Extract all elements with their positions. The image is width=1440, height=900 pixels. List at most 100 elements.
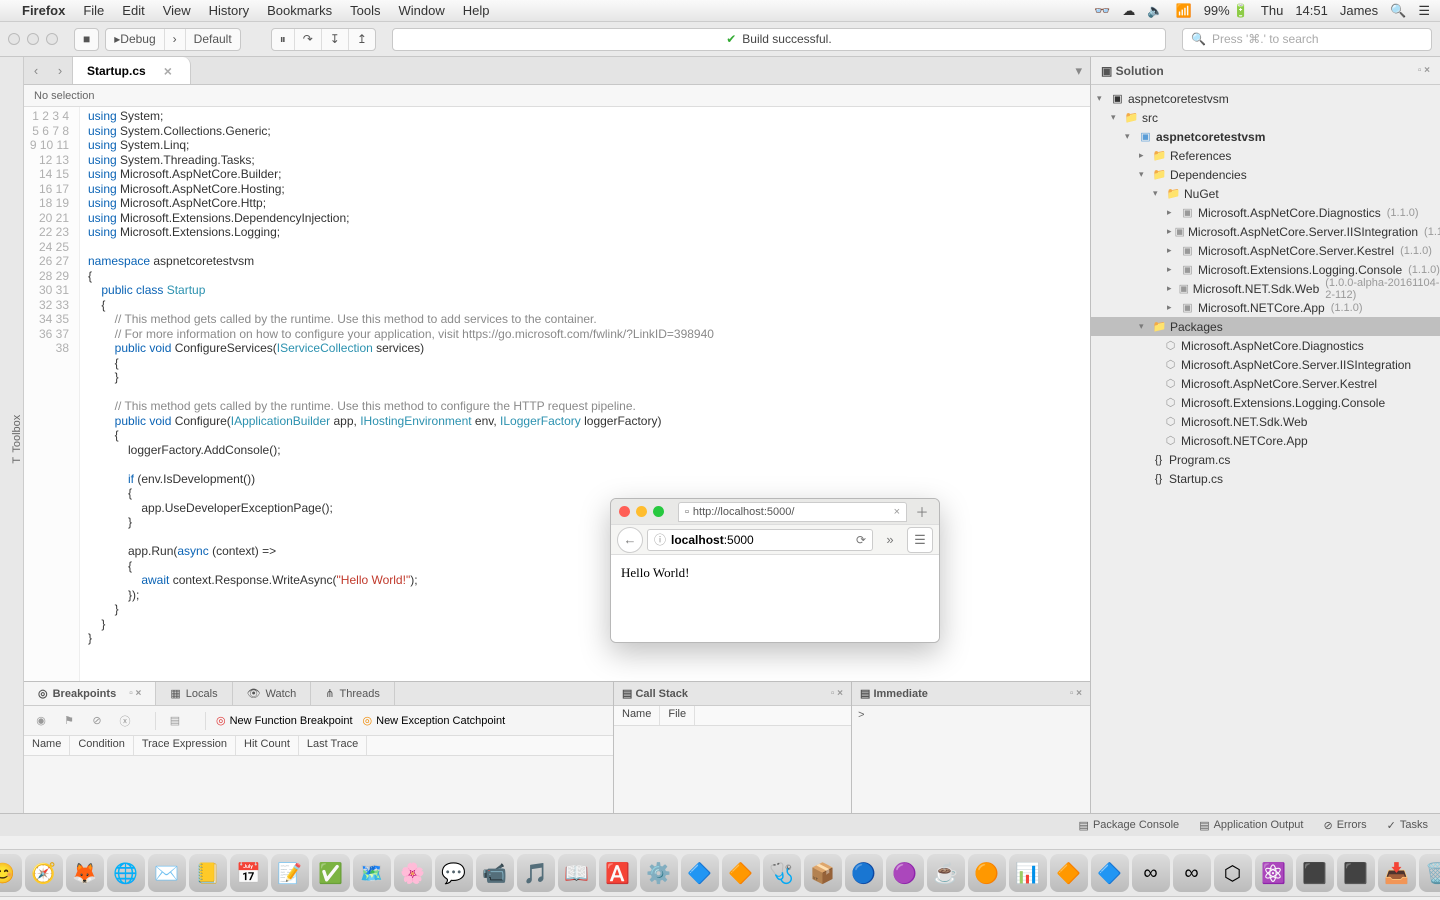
tree-package-item[interactable]: ⬡Microsoft.NETCore.App [1091, 431, 1440, 450]
bp-toggle-icon[interactable]: ◉ [32, 714, 50, 727]
dock-vs-icon[interactable]: ∞ [1173, 854, 1211, 892]
browser-back-button[interactable]: ← [617, 527, 643, 553]
dock-calendar-icon[interactable]: 📅 [230, 854, 268, 892]
menu-file[interactable]: File [83, 3, 104, 18]
status-volume-icon[interactable]: 🔈 [1147, 3, 1163, 19]
status-time[interactable]: 14:51 [1295, 3, 1328, 18]
stop-button[interactable]: ■ [74, 28, 99, 51]
nav-forward-button[interactable]: › [48, 57, 72, 84]
col-hit-count[interactable]: Hit Count [236, 736, 299, 755]
bp-delete-icon[interactable]: ⓧ [116, 713, 134, 729]
minimize-window-icon[interactable] [27, 33, 39, 45]
dock-messages-icon[interactable]: 💬 [435, 854, 473, 892]
tree-file-program[interactable]: {}Program.cs [1091, 450, 1440, 469]
menu-history[interactable]: History [209, 3, 249, 18]
tree-nuget-pkg[interactable]: ▸▣Microsoft.NET.Sdk.Web(1.0.0-alpha-2016… [1091, 279, 1440, 298]
dock-chrome-icon[interactable]: 🌐 [107, 854, 145, 892]
spotlight-icon[interactable]: 🔍 [1390, 3, 1406, 19]
dock-app-icon[interactable]: 🔶 [722, 854, 760, 892]
dock-app-icon[interactable]: ☕ [927, 854, 965, 892]
tree-src[interactable]: ▾📁src [1091, 108, 1440, 127]
col-name[interactable]: Name [24, 736, 70, 755]
reload-icon[interactable]: ⟳ [856, 533, 866, 547]
dock-app-icon[interactable]: 🔶 [1050, 854, 1088, 892]
tab-overflow-icon[interactable]: ▾ [1067, 63, 1090, 79]
tab-threads[interactable]: ⋔ Threads [311, 682, 395, 705]
dock-app-icon[interactable]: 🟠 [968, 854, 1006, 892]
dock-settings-icon[interactable]: ⚙️ [640, 854, 678, 892]
close-tab-icon[interactable]: × [164, 63, 172, 79]
zoom-window-icon[interactable] [46, 33, 58, 45]
dock-app-icon[interactable]: 📦 [804, 854, 842, 892]
tree-nuget-pkg[interactable]: ▸▣Microsoft.AspNetCore.Server.Kestrel(1.… [1091, 241, 1440, 260]
dock-contacts-icon[interactable]: 📒 [189, 854, 227, 892]
col-condition[interactable]: Condition [70, 736, 133, 755]
tree-package-item[interactable]: ⬡Microsoft.Extensions.Logging.Console [1091, 393, 1440, 412]
new-func-bp-button[interactable]: ◎New Function Breakpoint [216, 714, 353, 727]
status-battery[interactable]: 99%🔋 [1204, 3, 1249, 19]
tab-breakpoints[interactable]: ◎ Breakpoints▫ × [24, 682, 156, 705]
tree-project[interactable]: ▾▣aspnetcoretestvsm [1091, 127, 1440, 146]
tree-dependencies[interactable]: ▾📁Dependencies [1091, 165, 1440, 184]
dock-ibooks-icon[interactable]: 📖 [558, 854, 596, 892]
step-in-button[interactable]: ↧ [322, 29, 349, 50]
overflow-icon[interactable]: » [877, 527, 903, 553]
menu-extras-icon[interactable]: ☰ [1418, 3, 1430, 19]
tree-nuget[interactable]: ▾📁NuGet [1091, 184, 1440, 203]
tree-nuget-pkg[interactable]: ▸▣Microsoft.NETCore.App(1.1.0) [1091, 298, 1440, 317]
dock-trash-icon[interactable]: 🗑️ [1419, 854, 1440, 892]
tree-nuget-pkg[interactable]: ▸▣Microsoft.AspNetCore.Diagnostics(1.1.0… [1091, 203, 1440, 222]
breadcrumb[interactable]: No selection [24, 85, 1090, 107]
pause-button[interactable]: ⏸ [272, 29, 295, 50]
status-user[interactable]: James [1340, 3, 1378, 18]
dock-itunes-icon[interactable]: 🎵 [517, 854, 555, 892]
tree-package-item[interactable]: ⬡Microsoft.AspNetCore.Diagnostics [1091, 336, 1440, 355]
dock-finder-icon[interactable]: 😊 [0, 854, 22, 892]
solution-tree[interactable]: ▾▣aspnetcoretestvsm ▾📁src ▾▣aspnetcorete… [1091, 85, 1440, 813]
dock-xamarin-icon[interactable]: ⬡ [1214, 854, 1252, 892]
immediate-prompt[interactable]: > [852, 706, 1090, 726]
rail-toolbox[interactable]: T Toolbox [11, 415, 23, 464]
menu-view[interactable]: View [163, 3, 191, 18]
dock-maps-icon[interactable]: 🗺️ [353, 854, 391, 892]
menu-window[interactable]: Window [399, 3, 445, 18]
app-menu[interactable]: Firefox [22, 3, 65, 18]
browser-tab[interactable]: ▫ http://localhost:5000/ × [678, 502, 907, 522]
tab-watch[interactable]: 👁 Watch [233, 682, 312, 705]
new-exc-bp-button[interactable]: ◎New Exception Catchpoint [363, 714, 506, 727]
status-package-console[interactable]: ▤ Package Console [1079, 819, 1180, 832]
menu-icon[interactable]: ☰ [907, 527, 933, 553]
status-tasks[interactable]: ✓ Tasks [1387, 819, 1428, 832]
tab-locals[interactable]: ▦ Locals [156, 682, 232, 705]
menu-tools[interactable]: Tools [350, 3, 380, 18]
tree-solution-root[interactable]: ▾▣aspnetcoretestvsm [1091, 89, 1440, 108]
run-config-selector[interactable]: ▸ Debug › Default [105, 28, 240, 51]
cs-col-name[interactable]: Name [614, 706, 660, 725]
col-last-trace[interactable]: Last Trace [299, 736, 367, 755]
dock-mail-icon[interactable]: ✉️ [148, 854, 186, 892]
status-cloud-icon[interactable]: ☁ [1122, 3, 1135, 19]
bp-goto-icon[interactable]: ▤ [166, 714, 184, 727]
dock-app-icon[interactable]: 📊 [1009, 854, 1047, 892]
solution-panel-controls[interactable]: ▫ × [1418, 65, 1430, 76]
tree-package-item[interactable]: ⬡Microsoft.AspNetCore.Server.IISIntegrat… [1091, 355, 1440, 374]
tree-references[interactable]: ▸📁References [1091, 146, 1440, 165]
menu-edit[interactable]: Edit [122, 3, 144, 18]
tree-file-startup[interactable]: {}Startup.cs [1091, 469, 1440, 488]
dock-safari-icon[interactable]: 🧭 [25, 854, 63, 892]
browser-zoom-icon[interactable] [653, 506, 664, 517]
close-tab-icon[interactable]: × [894, 506, 900, 518]
cs-col-file[interactable]: File [660, 706, 695, 725]
dock-app-icon[interactable]: 🔷 [681, 854, 719, 892]
col-trace-expr[interactable]: Trace Expression [134, 736, 236, 755]
step-out-button[interactable]: ↥ [349, 29, 375, 50]
dock-reminders-icon[interactable]: ✅ [312, 854, 350, 892]
status-day[interactable]: Thu [1261, 3, 1283, 18]
bp-disable-icon[interactable]: ⊘ [88, 714, 106, 727]
nav-back-button[interactable]: ‹ [24, 57, 48, 84]
status-app-output[interactable]: ▤ Application Output [1199, 819, 1303, 832]
tree-package-item[interactable]: ⬡Microsoft.AspNetCore.Server.Kestrel [1091, 374, 1440, 393]
dock-firefox-icon[interactable]: 🦊 [66, 854, 104, 892]
dock-terminal-icon[interactable]: ⬛ [1337, 854, 1375, 892]
dock-app-icon[interactable]: 🔵 [845, 854, 883, 892]
